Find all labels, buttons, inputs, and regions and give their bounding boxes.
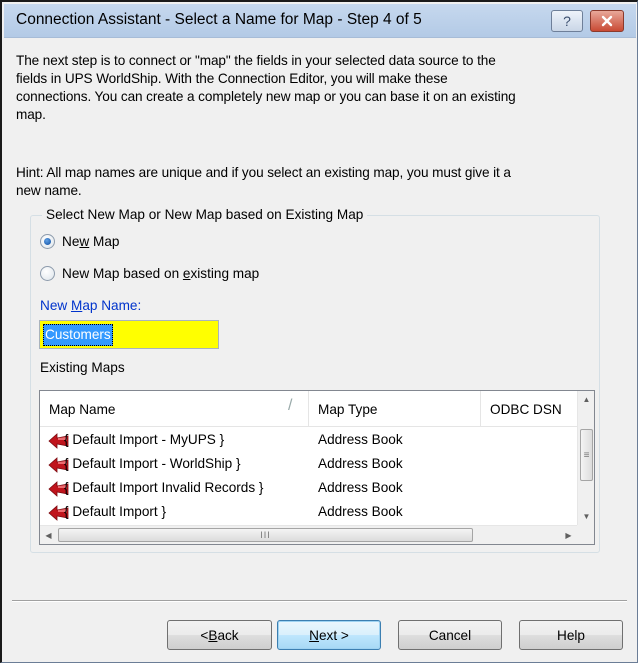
radio-button-checked[interactable]	[40, 234, 55, 249]
horizontal-scroll-thumb[interactable]: III	[58, 528, 473, 542]
button-separator	[12, 600, 627, 602]
intro-line: connections. You can create a completely…	[16, 89, 516, 104]
vertical-scroll-thumb[interactable]: ≡	[580, 429, 593, 481]
hint-line: new name.	[16, 183, 82, 198]
scroll-right-arrow-icon[interactable]: ▶	[560, 526, 577, 544]
map-name-cell: { Default Import Invalid Records }	[64, 480, 264, 495]
intro-line: fields in UPS WorldShip. With the Connec…	[16, 71, 448, 86]
radio-new-map-label: New Map	[62, 234, 120, 249]
radio-new-map[interactable]: New Map	[40, 234, 119, 249]
map-type-cell: Address Book	[318, 456, 403, 471]
column-header-odbc-dsn[interactable]: ODBC DSN	[480, 391, 580, 427]
map-name-cell: { Default Import - MyUPS }	[64, 432, 225, 447]
cancel-button[interactable]: Cancel	[398, 620, 502, 650]
new-map-name-value: Customers	[43, 324, 113, 346]
existing-maps-label: Existing Maps	[40, 360, 125, 375]
hint-line: Hint: All map names are unique and if yo…	[16, 165, 511, 180]
help-button[interactable]: Help	[519, 620, 623, 650]
scroll-left-arrow-icon[interactable]: ◀	[40, 526, 57, 544]
window-title: Connection Assistant - Select a Name for…	[16, 11, 422, 28]
back-button[interactable]: < Back	[167, 620, 272, 650]
existing-maps-list[interactable]: Map Name / Map Type ODBC DSN { Default I…	[39, 390, 595, 545]
new-map-name-input[interactable]: Customers	[39, 320, 219, 349]
map-type-cell: Address Book	[318, 480, 403, 495]
list-item[interactable]: { Default Import Invalid Records } Addre…	[40, 477, 577, 501]
column-header-map-name[interactable]: Map Name	[40, 391, 306, 427]
grip-icon: ≡	[583, 449, 590, 461]
radio-existing-map[interactable]: New Map based on existing map	[40, 266, 259, 281]
map-type-cell: Address Book	[318, 432, 403, 447]
map-name-cell: { Default Import }	[64, 504, 167, 519]
map-name-cell: { Default Import - WorldShip }	[64, 456, 241, 471]
radio-button[interactable]	[40, 266, 55, 281]
hint-text: Hint: All map names are unique and if yo…	[16, 164, 616, 200]
column-separator: /	[288, 397, 293, 414]
close-button[interactable]	[590, 10, 624, 32]
scroll-up-arrow-icon[interactable]: ▲	[578, 391, 594, 408]
map-type-cell: Address Book	[318, 504, 403, 519]
list-item[interactable]: { Default Import - MyUPS } Address Book	[40, 429, 577, 453]
new-map-name-label: New Map Name:	[40, 298, 142, 313]
intro-line: map.	[16, 107, 46, 122]
intro-line: The next step is to connect or "map" the…	[16, 53, 496, 68]
title-bar[interactable]: Connection Assistant - Select a Name for…	[4, 4, 636, 38]
vertical-scrollbar[interactable]: ▲ ≡ ▼	[577, 391, 594, 525]
group-legend: Select New Map or New Map based on Exist…	[42, 207, 368, 222]
intro-text: The next step is to connect or "map" the…	[16, 52, 616, 124]
list-item[interactable]: { Default Import } Address Book	[40, 501, 577, 525]
help-title-button[interactable]: ?	[551, 10, 583, 32]
list-header: Map Name / Map Type ODBC DSN	[40, 391, 594, 427]
list-item[interactable]: { Default Import - WorldShip } Address B…	[40, 453, 577, 477]
close-icon	[601, 15, 613, 27]
radio-existing-map-label: New Map based on existing map	[62, 266, 260, 281]
horizontal-scrollbar[interactable]: ◀ III ▶	[40, 525, 577, 544]
list-rows: { Default Import - MyUPS } Address Book …	[40, 429, 577, 525]
question-mark-icon: ?	[563, 13, 571, 29]
dialog-window: Connection Assistant - Select a Name for…	[0, 0, 638, 663]
grip-icon: III	[260, 530, 271, 540]
column-header-map-type[interactable]: Map Type	[308, 391, 480, 427]
scroll-down-arrow-icon[interactable]: ▼	[578, 508, 594, 525]
next-button[interactable]: Next >	[277, 620, 381, 650]
scrollbar-corner	[577, 525, 594, 544]
